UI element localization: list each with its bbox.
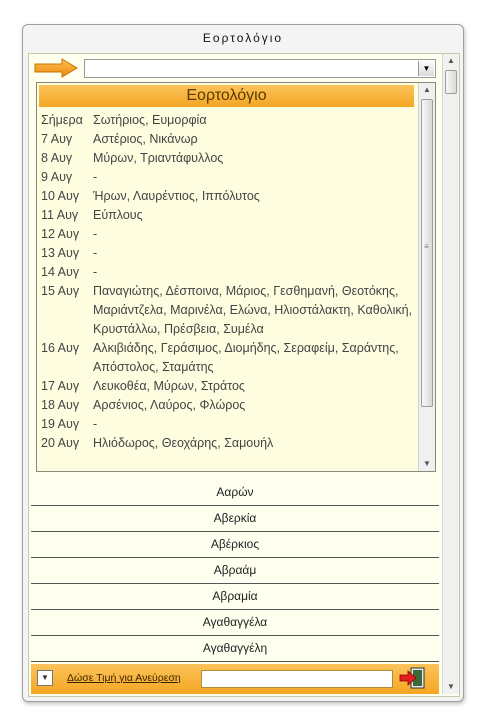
scroll-down-icon[interactable]: ▼ bbox=[443, 680, 459, 694]
calendar-names: Ήρων, Λαυρέντιος, Ιππόλυτος bbox=[93, 189, 260, 203]
calendar-date: 15 Αυγ bbox=[41, 284, 80, 298]
calendar-names: Αστέριος, Νικάνωρ bbox=[93, 132, 198, 146]
app-window: Εορτολόγιο ▼ ▲ ▼ Εορτολόγιο Σήμερα Σωτήρι… bbox=[22, 24, 464, 702]
calendar-row: 17 Αυγ Λευκοθέα, Μύρων, Στράτος bbox=[41, 377, 417, 396]
calendar-row: 16 Αυγ Αλκιβιάδης, Γεράσιμος, Διομήδης, Σ… bbox=[41, 339, 417, 377]
calendar-names: Μύρων, Τριαντάφυλλος bbox=[93, 151, 224, 165]
calendar-row: 14 Αυγ - bbox=[41, 263, 417, 282]
calendar-row: 8 Αυγ Μύρων, Τριαντάφυλλος bbox=[41, 149, 417, 168]
chevron-down-icon[interactable]: ▼ bbox=[37, 670, 53, 686]
calendar-row: 18 Αυγ Αρσένιος, Λαύρος, Φλώρος bbox=[41, 396, 417, 415]
calendar-row: 20 Αυγ Ηλιόδωρος, Θεοχάρης, Σαμουήλ bbox=[41, 434, 417, 453]
grip-icon: ≡ bbox=[424, 242, 429, 251]
calendar-row: 9 Αυγ - bbox=[41, 168, 417, 187]
search-combo[interactable]: ▼ bbox=[84, 59, 436, 78]
calendar-row: 15 Αυγ Παναγιώτης, Δέσποινα, Μάριος, Γεσθ… bbox=[41, 282, 417, 339]
orange-arrow-icon bbox=[34, 58, 78, 78]
calendar-date: 17 Αυγ bbox=[41, 379, 80, 393]
search-link[interactable]: Δώσε Τιμή για Ανεύρεση bbox=[67, 672, 181, 684]
calendar-names: - bbox=[93, 417, 98, 431]
chevron-down-icon[interactable]: ▼ bbox=[418, 61, 434, 76]
calendar-date: 14 Αυγ bbox=[41, 265, 80, 279]
calendar-row: Σήμερα Σωτήριος, Ευμορφία bbox=[41, 111, 417, 130]
name-list-item[interactable]: Αβραάμ bbox=[31, 558, 439, 584]
calendar-names: - bbox=[93, 246, 98, 260]
calendar-date: 9 Αυγ bbox=[41, 170, 73, 184]
search-input[interactable] bbox=[201, 670, 393, 688]
name-list-item[interactable]: Αγαθαγγέλη bbox=[31, 636, 439, 662]
name-list-item[interactable]: Αβραμία bbox=[31, 584, 439, 610]
calendar-names: - bbox=[93, 227, 98, 241]
search-footer: ▼ Δώσε Τιμή για Ανεύρεση bbox=[31, 664, 439, 694]
calendar-date: 10 Αυγ bbox=[41, 189, 80, 203]
exit-arrow-icon[interactable] bbox=[399, 667, 425, 689]
calendar-date: 16 Αυγ bbox=[41, 341, 80, 355]
calendar-date: 20 Αυγ bbox=[41, 436, 80, 450]
calendar-date: Σήμερα bbox=[41, 113, 83, 127]
window-title: Εορτολόγιο bbox=[202, 31, 284, 45]
calendar-names: Παναγιώτης, Δέσποινα, Μάριος, Γεσθημανή,… bbox=[93, 284, 413, 336]
calendar-names: Λευκοθέα, Μύρων, Στράτος bbox=[93, 379, 245, 393]
name-list-item[interactable]: Αβερκία bbox=[31, 506, 439, 532]
calendar-row: 10 Αυγ Ήρων, Λαυρέντιος, Ιππόλυτος bbox=[41, 187, 417, 206]
calendar-row: 11 Αυγ Εύπλους bbox=[41, 206, 417, 225]
main-panel: ▼ ▲ ▼ Εορτολόγιο Σήμερα Σωτήριος, Ευμορφί… bbox=[28, 53, 460, 697]
calendar-names: - bbox=[93, 265, 98, 279]
calendar-date: 19 Αυγ bbox=[41, 417, 80, 431]
calendar-names: Αρσένιος, Λαύρος, Φλώρος bbox=[93, 398, 246, 412]
name-list: Ααρών Αβερκία Αβέρκιος Αβραάμ Αβραμία Αγαθαγγ… bbox=[31, 480, 439, 688]
calendar-date: 11 Αυγ bbox=[41, 208, 79, 222]
calendar-row: 13 Αυγ - bbox=[41, 244, 417, 263]
calendar-date: 7 Αυγ bbox=[41, 132, 73, 146]
calendar-scroll-down-icon[interactable]: ▼ bbox=[419, 457, 435, 471]
calendar-scroll-thumb[interactable]: ≡ bbox=[421, 99, 433, 407]
calendar-scrollbar[interactable]: ▲ ≡ ▼ bbox=[418, 83, 435, 471]
calendar-names: Σωτήριος, Ευμορφία bbox=[93, 113, 207, 127]
main-scroll-thumb[interactable] bbox=[445, 70, 457, 94]
calendar-date: 12 Αυγ bbox=[41, 227, 80, 241]
calendar-header: Εορτολόγιο bbox=[39, 85, 414, 107]
name-list-item[interactable]: Ααρών bbox=[31, 480, 439, 506]
calendar-scroll-up-icon[interactable]: ▲ bbox=[419, 83, 435, 97]
calendar-row: 12 Αυγ - bbox=[41, 225, 417, 244]
name-list-item[interactable]: Αβέρκιος bbox=[31, 532, 439, 558]
calendar-date: 13 Αυγ bbox=[41, 246, 80, 260]
calendar-names: - bbox=[93, 170, 98, 184]
calendar-row: 7 Αυγ Αστέριος, Νικάνωρ bbox=[41, 130, 417, 149]
main-scrollbar[interactable]: ▲ ▼ bbox=[442, 54, 459, 694]
scroll-up-icon[interactable]: ▲ bbox=[443, 54, 459, 68]
calendar-names: Ηλιόδωρος, Θεοχάρης, Σαμουήλ bbox=[93, 436, 274, 450]
calendar-row: 19 Αυγ - bbox=[41, 415, 417, 434]
calendar-date: 18 Αυγ bbox=[41, 398, 80, 412]
calendar-names: Αλκιβιάδης, Γεράσιμος, Διομήδης, Σεραφεί… bbox=[93, 341, 399, 374]
calendar-date: 8 Αυγ bbox=[41, 151, 73, 165]
calendar-list: Σήμερα Σωτήριος, Ευμορφία 7 Αυγ Αστέριος, Ν… bbox=[41, 111, 417, 453]
calendar-panel: Εορτολόγιο Σήμερα Σωτήριος, Ευμορφία 7 Αυγ… bbox=[36, 82, 436, 472]
name-list-item[interactable]: Αγαθαγγέλα bbox=[31, 610, 439, 636]
calendar-names: Εύπλους bbox=[93, 208, 143, 222]
